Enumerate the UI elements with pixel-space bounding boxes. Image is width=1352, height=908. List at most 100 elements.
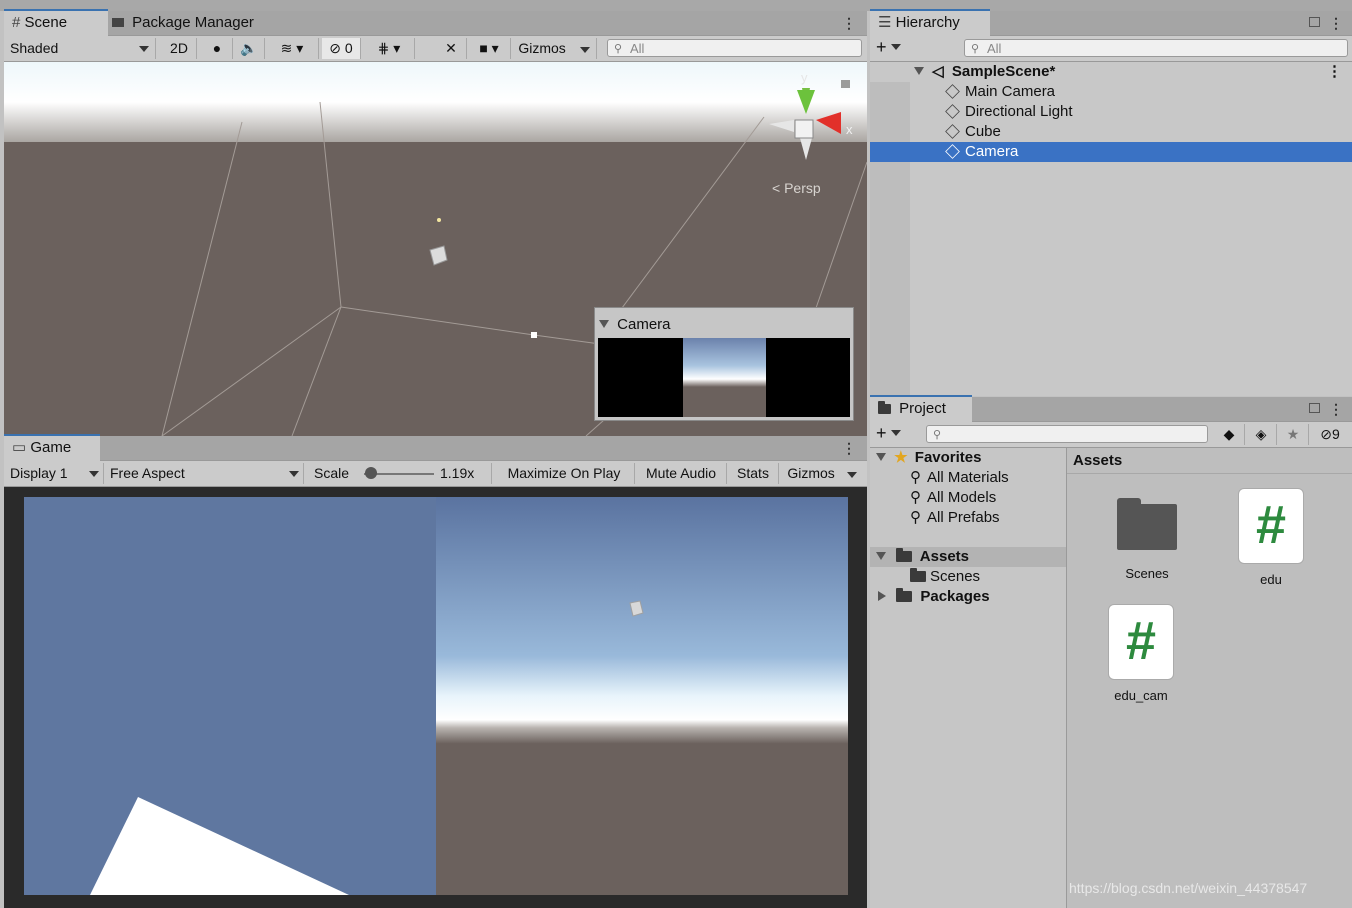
project-search-input[interactable]: ⚲	[926, 425, 1208, 443]
scene-menu-icon[interactable]: ⋮	[1327, 62, 1342, 82]
hierarchy-tabbar: ☰ Hierarchy ⋮	[870, 9, 1352, 37]
gizmos-dropdown[interactable]: Gizmos	[512, 38, 597, 59]
eye-slash-icon: ⊘	[1320, 426, 1332, 442]
perspective-label[interactable]: < Persp	[772, 180, 821, 196]
asset-edu-cam-script[interactable]: # edu_cam	[1101, 604, 1181, 704]
scene-toolbar: Shaded 2D ● 🔈 ≋ ▾ ⊘ 0 ⋕ ▾ ✕ ■ ▾ Gizmos ⚲…	[4, 36, 867, 62]
collapse-triangle-icon	[599, 320, 609, 328]
project-panel: Project ⋮ + ⚲ ◆ ◈ ★ ⊘9 ★ Favorites ⚲ All …	[870, 395, 1352, 908]
aspect-dropdown[interactable]: Free Aspect	[104, 463, 304, 484]
search-by-type-icon[interactable]: ◆	[1214, 424, 1245, 445]
search-icon: ⚲	[910, 489, 921, 506]
gizmos-button[interactable]: Gizmos	[780, 463, 864, 484]
chevron-down-icon	[89, 471, 99, 477]
game-viewport[interactable]	[24, 497, 848, 895]
display-dropdown[interactable]: Display 1	[4, 463, 104, 484]
shading-mode-dropdown[interactable]: Shaded	[4, 38, 156, 59]
hierarchy-search-input[interactable]: ⚲ All	[964, 39, 1348, 57]
assets-breadcrumb[interactable]: Assets	[1073, 452, 1122, 469]
search-icon: ⚲	[971, 43, 980, 55]
scene-menu-icon[interactable]: ⋮	[842, 15, 856, 32]
game-panel: ▭ Game ⋮ Display 1 Free Aspect Scale 1.1…	[4, 434, 867, 908]
scene-search-input[interactable]: ⚲ All	[607, 39, 862, 57]
mute-audio-button[interactable]: Mute Audio	[636, 463, 727, 484]
folder-icon	[910, 568, 926, 582]
tree-scenes[interactable]: Scenes	[870, 567, 1066, 587]
gamepad-icon: ▭	[12, 439, 27, 456]
hidden-packages-toggle[interactable]: ⊘9	[1310, 424, 1350, 445]
lock-icon[interactable]	[1309, 403, 1320, 413]
camera-preview-header[interactable]: Camera	[599, 316, 671, 333]
tree-favorite-all-prefabs[interactable]: ⚲ All Prefabs	[870, 508, 1066, 528]
scene-panel: # Scene Package Manager ⋮ Shaded 2D ● 🔈 …	[4, 9, 867, 436]
hierarchy-item-camera[interactable]: Camera	[870, 142, 1352, 162]
lock-icon[interactable]	[1309, 17, 1320, 27]
list-icon: ☰	[878, 14, 892, 31]
project-toolbar: + ⚲ ◆ ◈ ★ ⊘9	[870, 422, 1352, 448]
asset-edu-script[interactable]: # edu	[1231, 488, 1311, 588]
hierarchy-item-main-camera[interactable]: Main Camera	[870, 82, 1352, 102]
hidden-objects-toggle[interactable]: ⊘ 0	[322, 38, 361, 59]
lock-icon[interactable]	[841, 80, 850, 88]
tab-game[interactable]: ▭ Game	[4, 434, 100, 462]
lighting-toggle-icon[interactable]: ●	[202, 38, 233, 59]
chevron-down-icon	[846, 472, 857, 478]
folder-open-icon	[896, 548, 913, 562]
tree-assets[interactable]: Assets	[870, 547, 1066, 567]
asset-scenes-folder[interactable]: Scenes	[1107, 498, 1187, 588]
unity-scene-icon: ◁	[932, 63, 944, 80]
tab-package-manager[interactable]: Package Manager	[104, 11, 262, 35]
gizmo-y-label: y	[801, 70, 808, 85]
search-icon: ⚲	[933, 429, 942, 441]
search-by-label-icon[interactable]: ◈	[1246, 424, 1277, 445]
favorite-star-icon[interactable]: ★	[1278, 424, 1309, 445]
expand-triangle-icon[interactable]	[876, 453, 886, 461]
tab-scene[interactable]: # Scene	[4, 9, 108, 37]
tab-project[interactable]: Project	[870, 395, 972, 423]
scene-root-row[interactable]: ◁ SampleScene* ⋮	[870, 62, 1352, 82]
game-tabbar: ▭ Game ⋮	[4, 434, 867, 462]
add-object-button[interactable]: +	[876, 37, 901, 58]
top-toolbar-strip	[0, 0, 1352, 11]
game-menu-icon[interactable]: ⋮	[842, 440, 856, 457]
camera-preview-image	[598, 338, 850, 417]
hierarchy-menu-icon[interactable]: ⋮	[1329, 15, 1343, 32]
hierarchy-item-cube[interactable]: Cube	[870, 122, 1352, 142]
tree-favorite-all-models[interactable]: ⚲ All Models	[870, 488, 1066, 508]
effects-toggle-icon[interactable]: ≋ ▾	[266, 38, 319, 59]
expand-triangle-icon[interactable]	[914, 67, 924, 75]
audio-toggle-icon[interactable]: 🔈	[234, 38, 265, 59]
tab-hierarchy[interactable]: ☰ Hierarchy	[870, 9, 990, 37]
search-icon: ⚲	[614, 43, 623, 55]
project-menu-icon[interactable]: ⋮	[1329, 401, 1343, 418]
hierarchy-item-directional-light[interactable]: Directional Light	[870, 102, 1352, 122]
project-tree: ★ Favorites ⚲ All Materials ⚲ All Models ⚲…	[870, 448, 1067, 908]
camera-settings-icon[interactable]: ■ ▾	[468, 38, 511, 59]
cube-icon	[945, 84, 960, 99]
watermark: https://blog.csdn.net/weixin_44378547	[1069, 880, 1308, 896]
project-tabbar: Project ⋮	[870, 395, 1352, 423]
scale-slider-thumb[interactable]	[365, 467, 377, 479]
asset-label: edu_cam	[1114, 688, 1168, 703]
star-icon: ★	[894, 449, 908, 466]
tree-favorites[interactable]: ★ Favorites	[870, 448, 1066, 468]
asset-label: edu	[1260, 572, 1282, 587]
hierarchy-panel: ☰ Hierarchy ⋮ + ⚲ All ◁ SampleScene* ⋮ M…	[870, 9, 1352, 396]
tree-packages[interactable]: Packages	[870, 587, 1066, 607]
camera-preview-window: Camera	[594, 307, 854, 421]
project-grid-area: Assets Scenes # edu # edu_cam https://bl…	[1067, 448, 1352, 908]
package-icon	[112, 18, 124, 27]
mode-2d-toggle[interactable]: 2D	[162, 38, 197, 59]
search-icon: ⚲	[910, 469, 921, 486]
folder-icon	[896, 588, 913, 602]
create-asset-button[interactable]: +	[876, 423, 901, 444]
expand-triangle-icon[interactable]	[876, 552, 886, 560]
grid-toggle-icon[interactable]: ⋕ ▾	[364, 38, 415, 59]
collapsed-triangle-icon[interactable]	[878, 591, 886, 601]
tree-favorite-all-materials[interactable]: ⚲ All Materials	[870, 468, 1066, 488]
chevron-down-icon	[579, 47, 590, 53]
tools-icon[interactable]: ✕	[436, 38, 467, 59]
stats-button[interactable]: Stats	[728, 463, 779, 484]
game-toolbar: Display 1 Free Aspect Scale 1.19x Maximi…	[4, 461, 867, 487]
maximize-on-play-button[interactable]: Maximize On Play	[494, 463, 635, 484]
